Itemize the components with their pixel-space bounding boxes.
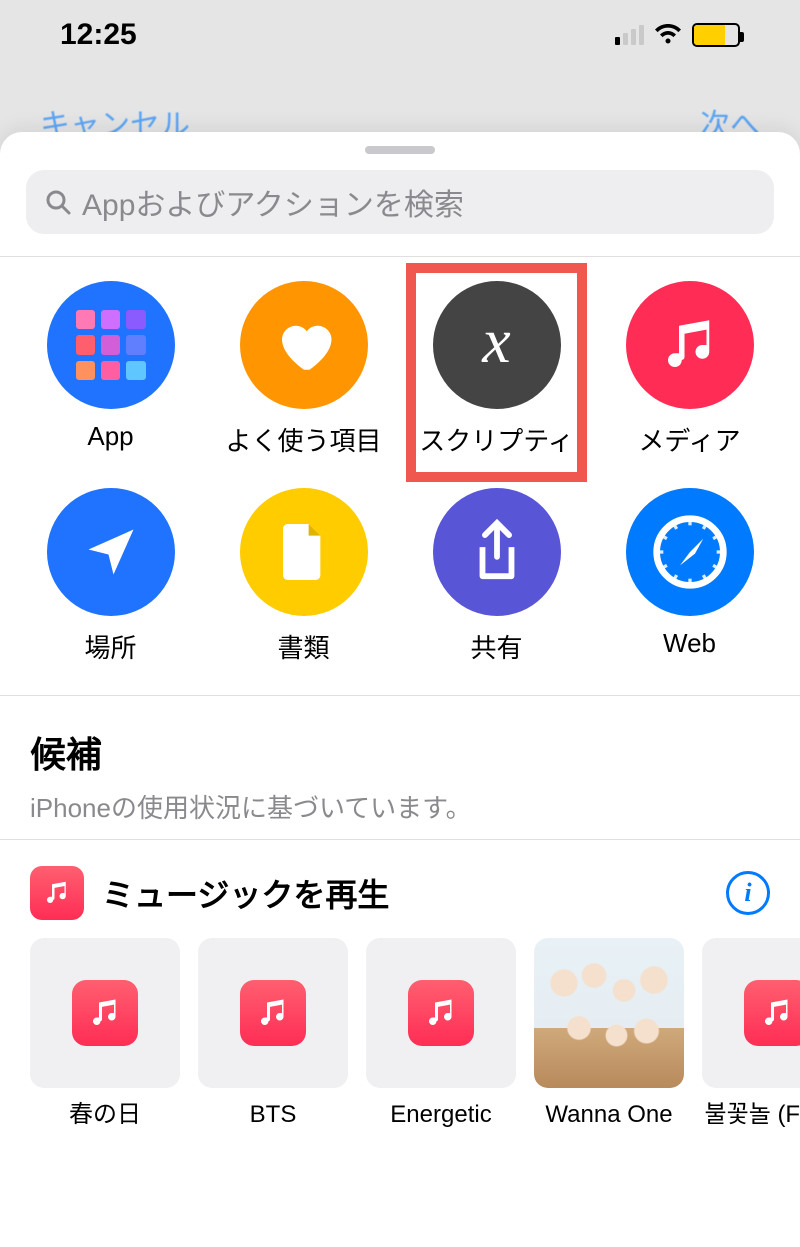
music-cover-icon [366,938,516,1088]
music-item[interactable]: 春の日 [30,938,180,1130]
status-bar: 12:25 [0,0,800,70]
doc-icon [240,488,368,616]
heart-icon [240,281,368,409]
category-share[interactable]: 共有 [400,488,593,665]
arrow-icon [47,488,175,616]
suggestions-header: 候補 iPhoneの使用状況に基づいています。 [0,696,800,839]
x-italic-icon: x [433,281,561,409]
category-label: スクリプティ [419,421,573,458]
music-block-title: ミュージックを再生 [102,870,708,916]
search-placeholder: Appおよびアクションを検索 [82,180,464,224]
music-item[interactable]: Wanna One [534,938,684,1130]
album-art [534,938,684,1088]
action-sheet: Appおよびアクションを検索 App よく使う項目 x スクリプティ メディア場所 書類 共… [0,132,800,1247]
music-item-label: Wanna One [545,1100,672,1130]
music-cover-icon [702,938,800,1088]
category-label: 共有 [470,628,522,665]
music-item[interactable]: 불꽃놀 (Flowe [702,938,800,1130]
battery-icon [692,23,740,47]
wifi-icon [654,24,682,46]
status-right [615,23,740,47]
suggestions-subtitle: iPhoneの使用状況に基づいています。 [30,788,770,825]
music-item-label: 春の日 [69,1100,141,1130]
category-scripting[interactable]: x スクリプティ [400,281,593,458]
info-button[interactable]: i [726,871,770,915]
music-items-row[interactable]: 春の日 BTS Energetic Wanna One 불꽃놀 (Flowe [30,938,800,1140]
sheet-grabber[interactable] [365,146,435,154]
music-cover-icon [30,938,180,1088]
search-icon [44,188,72,216]
category-label: よく使う項目 [225,421,381,458]
category-media[interactable]: メディア [593,281,786,458]
music-item-label: BTS [250,1100,297,1130]
music-icon [626,281,754,409]
cellular-icon [615,25,644,45]
category-label: メディア [638,421,740,458]
category-favorites[interactable]: よく使う項目 [207,281,400,458]
suggestions-title: 候補 [30,726,770,778]
music-item-label: Energetic [390,1100,491,1130]
music-item[interactable]: Energetic [366,938,516,1130]
category-label: 場所 [84,628,136,665]
category-label: App [87,421,133,452]
launchpad-icon [47,281,175,409]
category-label: Web [663,628,716,659]
music-item[interactable]: BTS [198,938,348,1130]
music-cover-icon [198,938,348,1088]
category-grid: App よく使う項目 x スクリプティ メディア場所 書類 共有 Web [0,257,800,695]
safari-icon [626,488,754,616]
music-item-label: 불꽃놀 (Flowe [705,1100,800,1130]
share-icon [433,488,561,616]
music-suggestion-block: ミュージックを再生 i 春の日 BTS Energetic Wanna One 불꽃놀 … [0,840,800,1140]
search-input[interactable]: Appおよびアクションを検索 [26,170,774,234]
category-documents[interactable]: 書類 [207,488,400,665]
status-time: 12:25 [60,18,137,52]
category-web[interactable]: Web [593,488,786,665]
category-location[interactable]: 場所 [14,488,207,665]
category-label: 書類 [277,628,329,665]
category-app[interactable]: App [14,281,207,458]
music-app-icon [30,866,84,920]
